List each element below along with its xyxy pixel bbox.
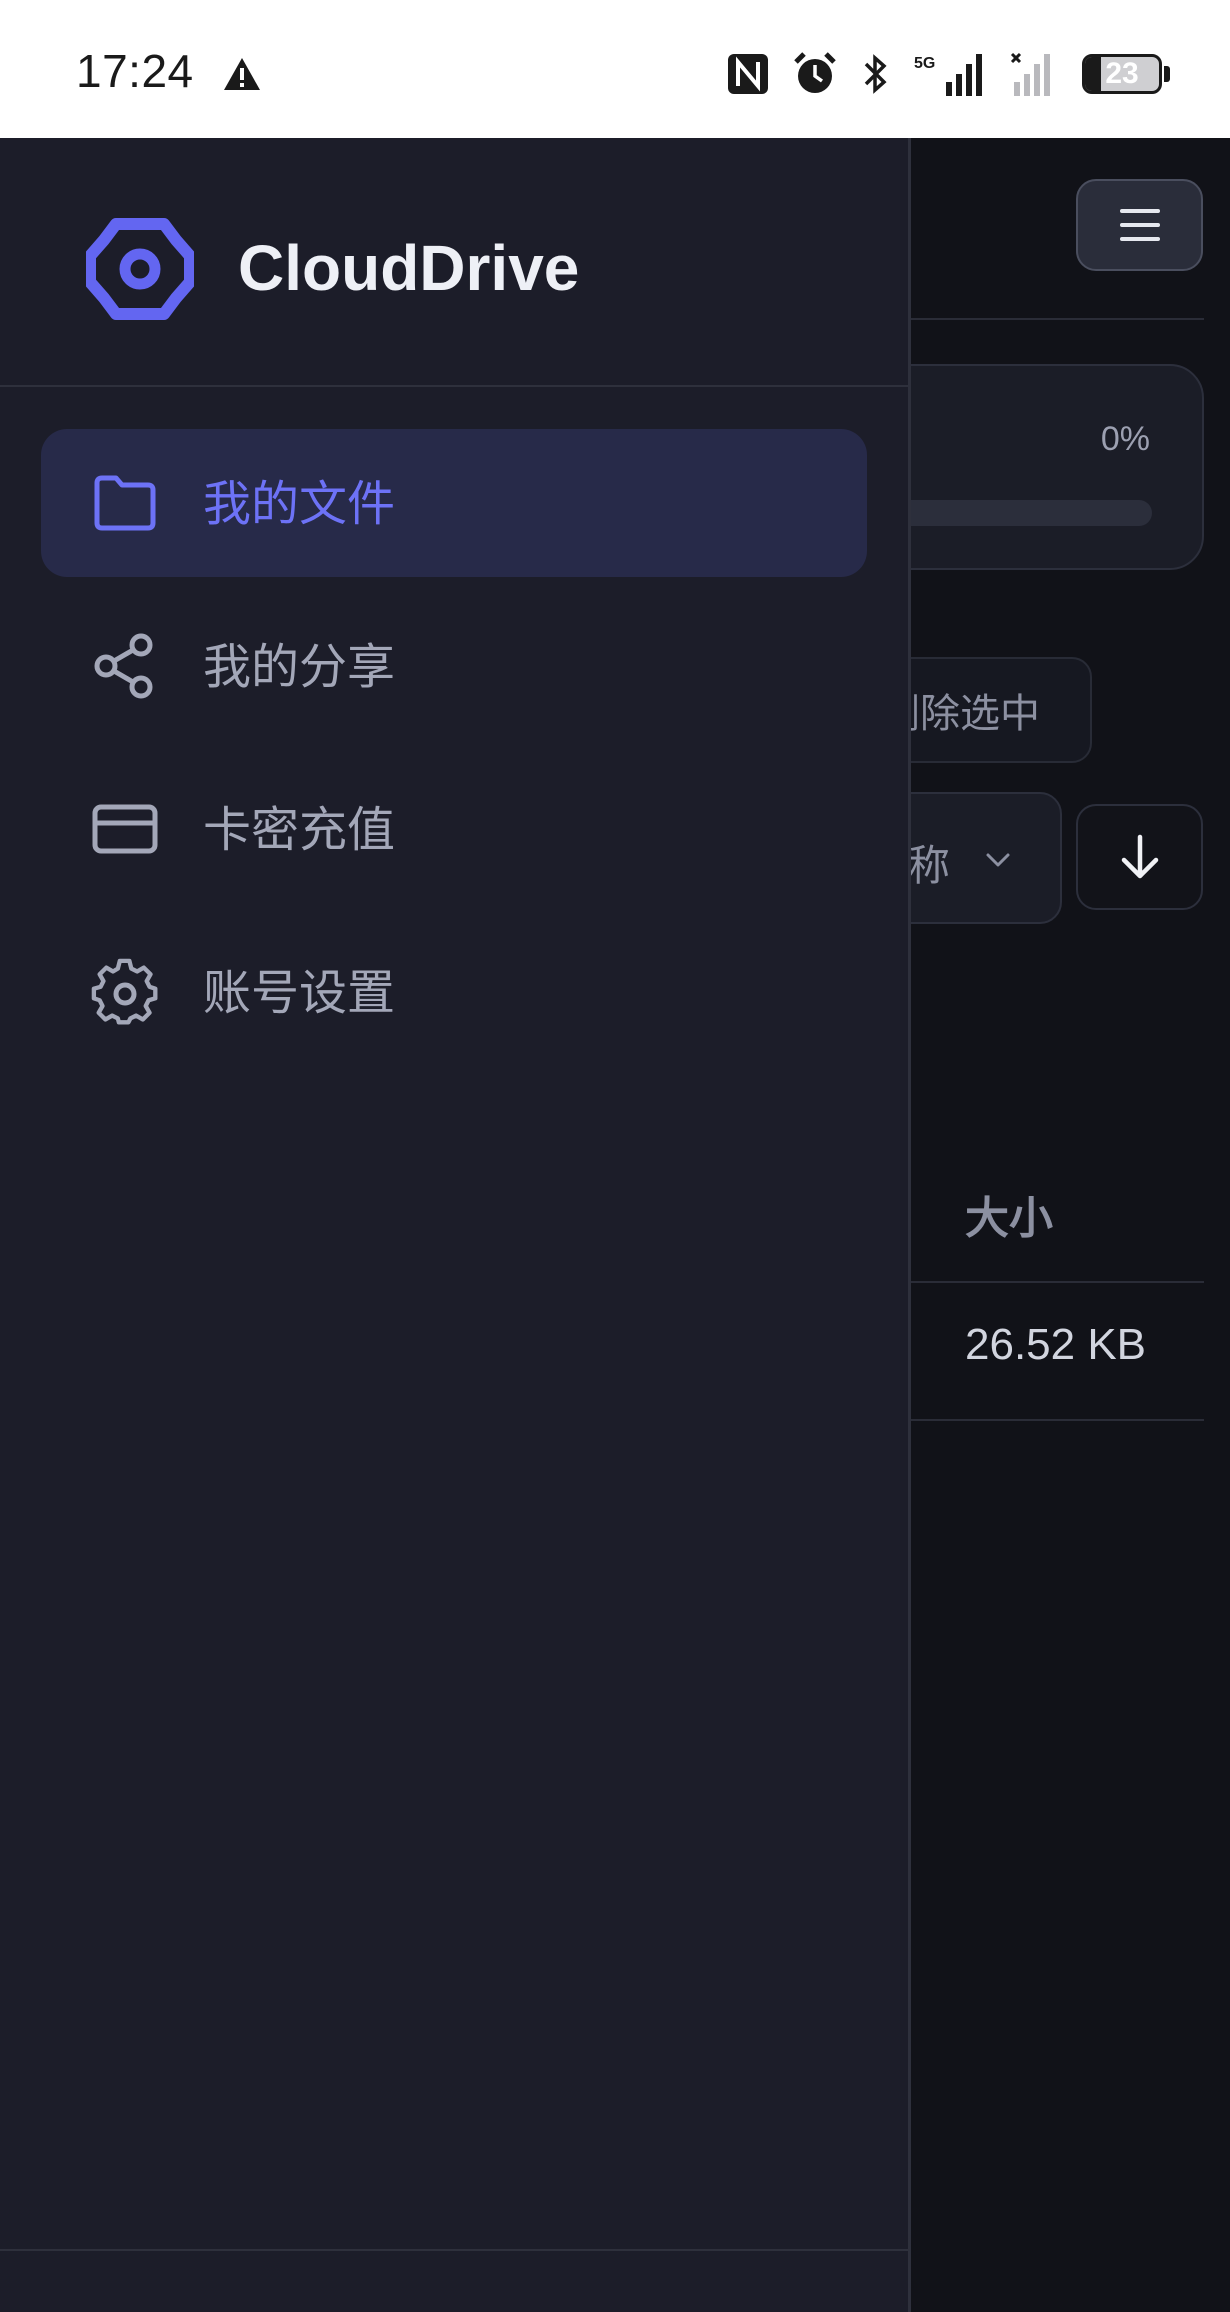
battery-level: 23 [1105, 57, 1139, 90]
signal-no-service-icon [1010, 52, 1050, 96]
menu-button[interactable] [1076, 179, 1203, 271]
hamburger-icon [1119, 209, 1160, 241]
nav-item-label: 我的分享 [203, 639, 396, 695]
nav-item-label: 我的文件 [203, 476, 396, 532]
drawer-divider [0, 385, 908, 387]
nfc-icon [728, 54, 768, 94]
gear-icon [91, 958, 158, 1025]
arrow-down-icon [1121, 834, 1158, 879]
chevron-down-icon [986, 853, 1010, 867]
nav-item-label: 卡密充值 [203, 802, 396, 858]
nav-item-card-recharge[interactable]: 卡密充值 [41, 755, 867, 903]
column-header-size[interactable]: 大小 [965, 1182, 1053, 1246]
cloud-drive-logo-icon [86, 218, 194, 320]
status-icons: 5G 23 [726, 48, 1170, 100]
network-label: 5G [914, 55, 935, 72]
battery-icon: 23 [1082, 54, 1162, 94]
share-icon [94, 633, 153, 699]
nav-item-my-files[interactable]: 我的文件 [41, 429, 867, 577]
sort-direction-button[interactable] [1076, 804, 1203, 910]
nav-item-my-shares[interactable]: 我的分享 [41, 592, 867, 740]
battery-nub [1164, 66, 1170, 82]
brand-name: CloudDrive [238, 232, 580, 304]
storage-percent: 0% [1100, 420, 1150, 458]
drawer-bottom-divider [0, 2249, 908, 2251]
file-size-cell: 26.52 KB [965, 1320, 1147, 1369]
warning-icon [224, 58, 260, 90]
folder-icon [94, 475, 156, 531]
nav-item-account-settings[interactable]: 账号设置 [41, 918, 867, 1066]
nav-item-label: 账号设置 [203, 965, 396, 1021]
signal-5g-icon: 5G [914, 54, 982, 96]
status-time: 17:24 [76, 45, 194, 97]
bluetooth-icon [864, 54, 887, 94]
credit-card-icon [92, 804, 158, 854]
sort-field-value: 称 [908, 842, 951, 889]
alarm-icon [794, 52, 836, 93]
status-bar: 17:24 5G 23 [0, 0, 1230, 138]
navigation-drawer: CloudDrive 我的文件 我的分享 卡密充值 账号设置 [0, 138, 911, 2312]
